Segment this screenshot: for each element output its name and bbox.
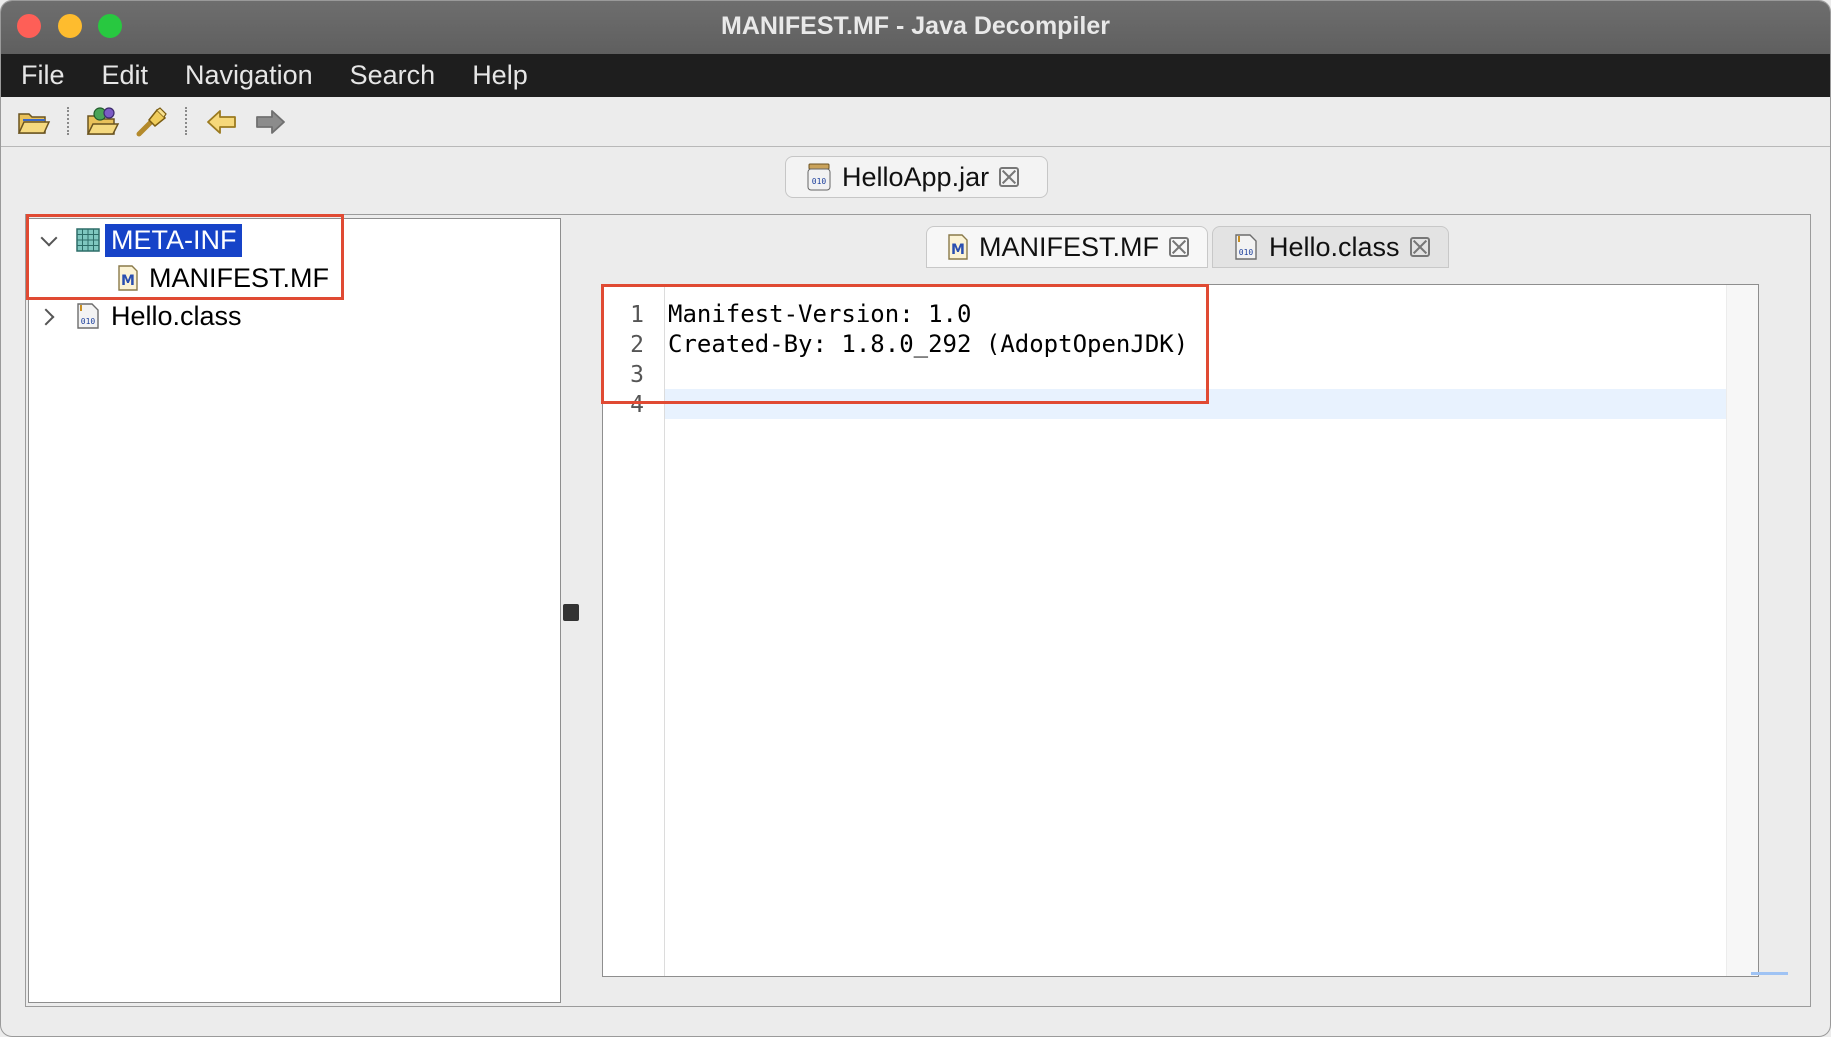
editor-scrollbar[interactable] — [1726, 285, 1758, 976]
code-editor[interactable]: 1 2 3 4 Manifest-Version: 1.0 Created-By… — [602, 284, 1759, 977]
app-window: MANIFEST.MF - Java Decompiler File Edit … — [0, 0, 1831, 1037]
code-line[interactable] — [665, 359, 1727, 389]
tree-label: Hello.class — [111, 300, 242, 331]
toolbar-separator — [185, 107, 187, 135]
search-icon — [136, 107, 167, 137]
code-line-current[interactable] — [665, 389, 1727, 419]
package-tree[interactable]: META-INF M MANIFEST.MF 010 Hello.class — [28, 218, 561, 1003]
tree-label: META-INF — [105, 223, 243, 257]
manifest-file-icon: M — [948, 234, 968, 260]
close-tab-icon[interactable] — [999, 167, 1020, 187]
svg-text:010: 010 — [812, 177, 827, 186]
editor-tab-bar: M MANIFEST.MF 010 Hello.class — [926, 226, 1453, 268]
line-number-gutter: 1 2 3 4 — [603, 285, 665, 976]
toolbar — [1, 97, 1830, 147]
code-line[interactable]: Created-By: 1.8.0_292 (AdoptOpenJDK) — [665, 329, 1727, 359]
open-file-icon — [17, 113, 51, 134]
tree-node-manifest[interactable]: M MANIFEST.MF — [117, 261, 335, 295]
code-line[interactable]: Manifest-Version: 1.0 — [665, 299, 1727, 329]
tree-node-hello-class[interactable]: 010 Hello.class — [39, 299, 248, 333]
tree-label: MANIFEST.MF — [149, 262, 329, 293]
title-bar[interactable]: MANIFEST.MF - Java Decompiler — [1, 1, 1830, 54]
menu-bar: File Edit Navigation Search Help — [1, 54, 1830, 97]
class-file-icon: 010 — [77, 303, 99, 329]
manifest-file-icon: M — [118, 265, 138, 291]
open-type-button[interactable] — [86, 106, 120, 138]
line-number: 3 — [630, 362, 644, 388]
open-type-icon — [86, 107, 120, 135]
line-number: 2 — [630, 332, 644, 358]
toolbar-separator — [67, 107, 69, 135]
svg-text:010: 010 — [1239, 248, 1254, 257]
scroll-indicator — [1751, 972, 1788, 975]
svg-text:M: M — [951, 242, 965, 258]
line-number: 1 — [630, 302, 644, 328]
forward-button[interactable] — [253, 106, 287, 138]
tab-label: MANIFEST.MF — [979, 231, 1159, 262]
chevron-down-icon[interactable] — [39, 230, 59, 250]
tab-hello-class[interactable]: 010 Hello.class — [1212, 226, 1449, 268]
forward-arrow-icon — [256, 110, 285, 134]
menu-help[interactable]: Help — [472, 60, 528, 91]
package-icon — [76, 228, 100, 252]
line-number: 4 — [630, 392, 644, 418]
svg-text:M: M — [121, 273, 135, 289]
tree-node-meta-inf[interactable]: META-INF — [39, 223, 243, 257]
window-title: MANIFEST.MF - Java Decompiler — [721, 12, 1110, 40]
back-button[interactable] — [205, 106, 239, 138]
tab-manifest-mf[interactable]: M MANIFEST.MF — [926, 226, 1208, 268]
jar-file-icon: 010 — [807, 163, 831, 191]
close-tab-icon[interactable] — [1409, 237, 1430, 257]
menu-file[interactable]: File — [21, 60, 65, 91]
tab-label: HelloApp.jar — [842, 161, 990, 192]
splitter-handle[interactable] — [563, 604, 579, 621]
chevron-right-icon[interactable] — [39, 306, 59, 326]
search-button[interactable] — [135, 106, 169, 138]
tab-hello-app-jar[interactable]: 010 HelloApp.jar — [785, 156, 1048, 198]
menu-navigation[interactable]: Navigation — [185, 60, 313, 91]
menu-edit[interactable]: Edit — [102, 60, 149, 91]
open-file-button[interactable] — [17, 106, 51, 138]
svg-text:010: 010 — [81, 317, 96, 326]
menu-search[interactable]: Search — [350, 60, 436, 91]
back-arrow-icon — [207, 110, 236, 134]
tab-label: Hello.class — [1269, 231, 1400, 262]
close-tab-icon[interactable] — [1169, 237, 1189, 257]
class-file-icon: 010 — [1235, 234, 1257, 260]
